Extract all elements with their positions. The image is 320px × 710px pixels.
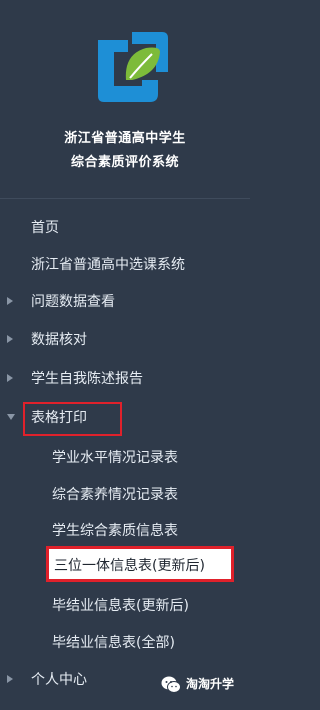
caret-down-icon: [7, 414, 15, 420]
nav-item-label: 学生自我陈述报告: [31, 371, 143, 387]
subnav-item-label: 学生综合素质信息表: [52, 523, 178, 539]
subnav-item-label: 三位一体信息表(更新后): [54, 558, 205, 574]
header-divider: [0, 198, 250, 199]
subnav-item-graduation-all[interactable]: 毕结业信息表(全部): [0, 627, 250, 657]
nav-item-label: 问题数据查看: [31, 294, 115, 310]
nav-item-issue-data[interactable]: 问题数据查看: [0, 286, 250, 316]
nav-item-self-report[interactable]: 学生自我陈述报告: [0, 363, 250, 393]
caret-right-icon: [7, 297, 13, 305]
app-title-line2: 综合素质评价系统: [70, 155, 179, 170]
subnav-item-graduation-updated[interactable]: 毕结业信息表(更新后): [0, 590, 250, 620]
leaf-logo-icon: [98, 32, 168, 102]
subnav-item-label: 毕结业信息表(全部): [52, 635, 175, 651]
nav-item-label: 浙江省普通高中选课系统: [31, 257, 185, 273]
subnav-item-trinity-info-updated[interactable]: 三位一体信息表(更新后): [0, 550, 250, 580]
watermark-text: 淘淘升学: [186, 677, 235, 691]
nav-item-home[interactable]: 首页: [0, 212, 250, 242]
wechat-icon: [161, 676, 181, 693]
subnav-item-label: 学业水平情况记录表: [52, 450, 178, 466]
subnav-item-label: 毕结业信息表(更新后): [52, 598, 189, 614]
nav-item-label: 数据核对: [31, 332, 87, 348]
nav-item-label: 个人中心: [31, 672, 87, 688]
nav-item-data-check[interactable]: 数据核对: [0, 324, 250, 354]
subnav-item-academic-level[interactable]: 学业水平情况记录表: [0, 442, 250, 472]
subnav-item-student-quality-info[interactable]: 学生综合素质信息表: [0, 515, 250, 545]
subnav-item-label: 综合素养情况记录表: [52, 487, 178, 503]
nav-item-form-print[interactable]: 表格打印: [0, 402, 250, 432]
app-title-line1: 浙江省普通高中学生: [64, 131, 186, 146]
nav-item-course-selection[interactable]: 浙江省普通高中选课系统: [0, 249, 250, 279]
caret-right-icon: [7, 374, 13, 382]
subnav-item-comprehensive-literacy[interactable]: 综合素养情况记录表: [0, 479, 250, 509]
caret-right-icon: [7, 335, 13, 343]
caret-right-icon: [7, 675, 13, 683]
nav-item-label: 首页: [31, 220, 59, 236]
watermark: 淘淘升学: [160, 670, 250, 700]
nav-item-label: 表格打印: [31, 410, 87, 426]
sidebar-header: 浙江省普通高中学生 综合素质评价系统: [0, 0, 250, 200]
